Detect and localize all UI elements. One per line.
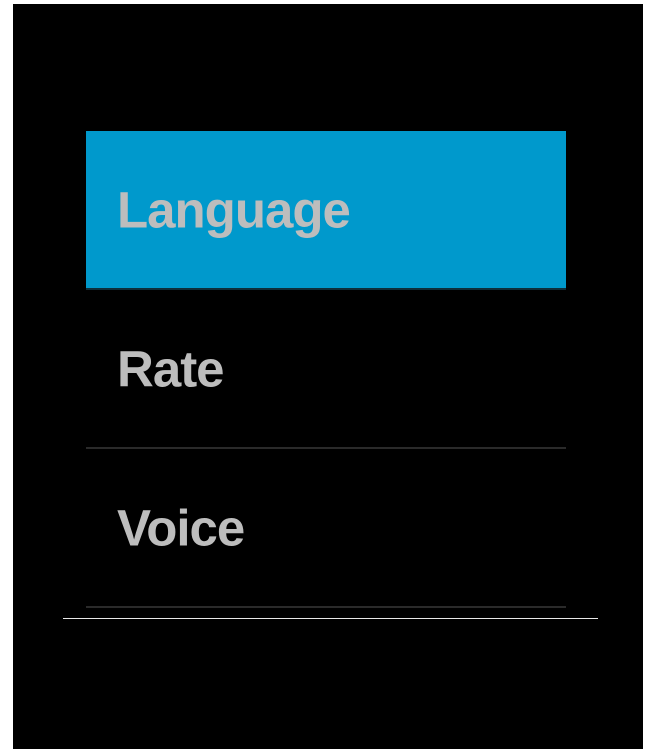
menu-item-label: Language (117, 181, 351, 238)
menu-item-label: Rate (117, 340, 225, 397)
menu-item-label: Voice (117, 499, 245, 556)
menu-item-language[interactable]: Language (86, 131, 566, 290)
screen: Language Rate Voice (13, 4, 643, 749)
bottom-divider (63, 618, 598, 619)
menu-item-rate[interactable]: Rate (86, 290, 566, 449)
settings-menu-list: Language Rate Voice (86, 131, 566, 608)
menu-item-voice[interactable]: Voice (86, 449, 566, 608)
